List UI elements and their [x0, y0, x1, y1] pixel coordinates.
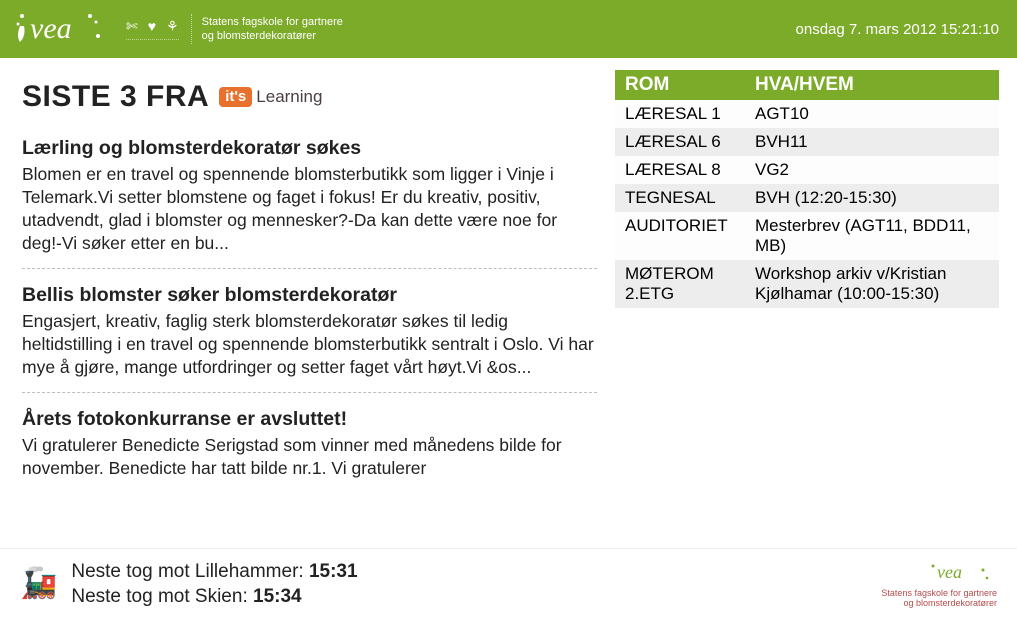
pot-icon: ⚘ [166, 18, 179, 35]
train2-label: Neste tog mot Skien: [71, 586, 253, 607]
room-cell: LÆRESAL 6 [615, 128, 745, 156]
table-row: LÆRESAL 8VG2 [615, 156, 999, 184]
train-info: 🚂 Neste tog mot Lillehammer: 15:31 Neste… [20, 559, 358, 610]
app-header: vea ✄ ♥ ⚘ Statens fagskole for gartnere … [0, 0, 1017, 58]
news-item[interactable]: Lærling og blomsterdekoratør søkesBlomen… [22, 136, 597, 269]
vea-footer-logo-icon: vea [927, 560, 997, 586]
what-cell: BVH11 [745, 128, 999, 156]
news-title: Lærling og blomsterdekoratør søkes [22, 136, 597, 162]
train1-time: 15:31 [309, 561, 358, 582]
news-body: Blomen er en travel og spennende blomste… [22, 163, 597, 255]
tagline-line1: Statens fagskole for gartnere [202, 16, 343, 30]
what-cell: BVH (12:20-15:30) [745, 184, 999, 212]
heart-icon: ♥ [148, 18, 156, 35]
tagline-line2: og blomsterdekoratører [202, 30, 343, 44]
section-title: SISTE 3 FRA [22, 80, 209, 114]
content-area: SISTE 3 FRA it's Learning Lærling og blo… [0, 58, 1017, 500]
room-cell: AUDITORIET [615, 212, 745, 260]
news-list: Lærling og blomsterdekoratør søkesBlomen… [22, 136, 597, 493]
header-icons: ✄ ♥ ⚘ [126, 18, 179, 40]
room-header-rom: ROM [615, 70, 745, 100]
its-pill: it's [219, 87, 252, 107]
svg-text:vea: vea [937, 562, 962, 582]
table-row: LÆRESAL 1AGT10 [615, 100, 999, 128]
room-cell: TEGNESAL [615, 184, 745, 212]
news-title: Bellis blomster søker blomsterdekoratør [22, 283, 597, 309]
table-row: AUDITORIETMesterbrev (AGT11, BDD11, MB) [615, 212, 999, 260]
section-title-row: SISTE 3 FRA it's Learning [22, 80, 597, 114]
scissors-icon: ✄ [126, 18, 138, 35]
news-column: SISTE 3 FRA it's Learning Lærling og blo… [22, 70, 597, 500]
svg-text:vea: vea [30, 12, 72, 45]
what-cell: Workshop arkiv v/Kristian Kjølhamar (10:… [745, 260, 999, 308]
news-body: Vi gratulerer Benedicte Serigstad som vi… [22, 434, 597, 480]
table-row: LÆRESAL 6BVH11 [615, 128, 999, 156]
what-cell: AGT10 [745, 100, 999, 128]
news-title: Årets fotokonkurranse er avsluttet! [22, 407, 597, 433]
train-icon: 🚂 [20, 569, 57, 599]
train-line-2: Neste tog mot Skien: 15:34 [71, 584, 357, 610]
room-header-hva: HVA/HVEM [745, 70, 999, 100]
room-cell: LÆRESAL 1 [615, 100, 745, 128]
room-table: ROM HVA/HVEM LÆRESAL 1AGT10LÆRESAL 6BVH1… [615, 70, 999, 308]
what-cell: Mesterbrev (AGT11, BDD11, MB) [745, 212, 999, 260]
news-item[interactable]: Bellis blomster søker blomsterdekoratørE… [22, 283, 597, 393]
room-cell: LÆRESAL 8 [615, 156, 745, 184]
train2-time: 15:34 [253, 586, 302, 607]
logo-block: vea ✄ ♥ ⚘ Statens fagskole for gartnere … [12, 6, 343, 52]
its-word: Learning [256, 87, 322, 107]
vea-logo-icon: vea [12, 6, 112, 52]
what-cell: VG2 [745, 156, 999, 184]
footer: 🚂 Neste tog mot Lillehammer: 15:31 Neste… [0, 548, 1017, 622]
header-datetime: onsdag 7. mars 2012 15:21:10 [796, 21, 999, 38]
header-tagline: Statens fagskole for gartnere og blomste… [191, 14, 343, 44]
itslearning-badge: it's Learning [219, 87, 322, 107]
news-body: Engasjert, kreativ, faglig sterk blomste… [22, 310, 597, 379]
room-column: ROM HVA/HVEM LÆRESAL 1AGT10LÆRESAL 6BVH1… [615, 70, 999, 500]
room-cell: MØTEROM 2.ETG [615, 260, 745, 308]
table-row: TEGNESALBVH (12:20-15:30) [615, 184, 999, 212]
footer-logo: vea Statens fagskole for gartnere og blo… [881, 560, 997, 609]
table-row: MØTEROM 2.ETGWorkshop arkiv v/Kristian K… [615, 260, 999, 308]
footer-tagline2: og blomsterdekoratører [881, 599, 997, 609]
train1-label: Neste tog mot Lillehammer: [71, 561, 309, 582]
train-lines: Neste tog mot Lillehammer: 15:31 Neste t… [71, 559, 357, 610]
news-item[interactable]: Årets fotokonkurranse er avsluttet!Vi gr… [22, 407, 597, 493]
train-line-1: Neste tog mot Lillehammer: 15:31 [71, 559, 357, 585]
